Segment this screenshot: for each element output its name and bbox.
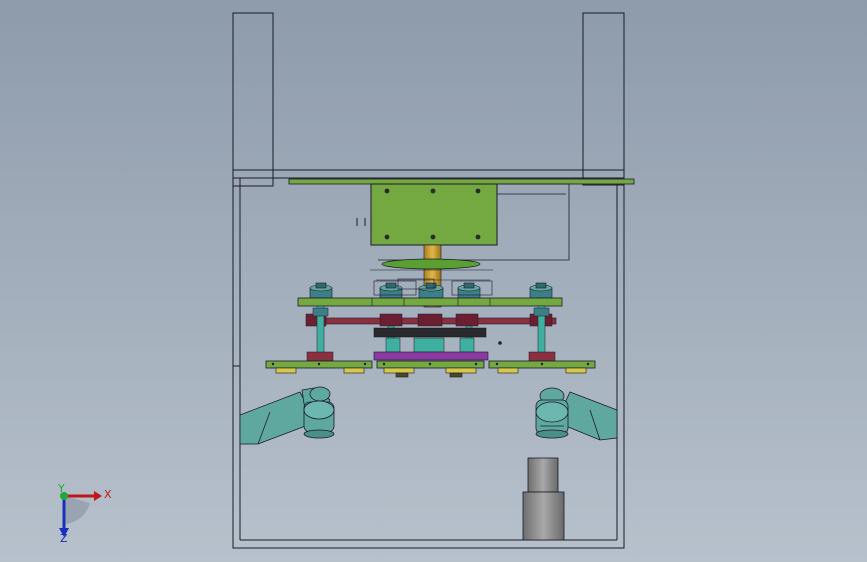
small-fastener bbox=[498, 341, 502, 345]
plate-screws bbox=[271, 362, 590, 366]
upper-disc[interactable] bbox=[381, 258, 481, 270]
purple-drive-plate[interactable] bbox=[373, 351, 489, 361]
model-canvas[interactable]: X Y Z bbox=[0, 0, 867, 562]
dark-crossbar[interactable] bbox=[373, 327, 487, 338]
z-axis-label: Z bbox=[60, 532, 68, 545]
cad-graphics-viewport[interactable]: X Y Z bbox=[0, 0, 867, 562]
x-axis-label: X bbox=[104, 488, 112, 501]
y-axis-label: Y bbox=[57, 482, 65, 495]
upper-carrier-bar[interactable] bbox=[297, 297, 563, 307]
top-mounting-bar[interactable] bbox=[288, 178, 635, 185]
gray-cylinder-actuator[interactable] bbox=[522, 457, 565, 541]
